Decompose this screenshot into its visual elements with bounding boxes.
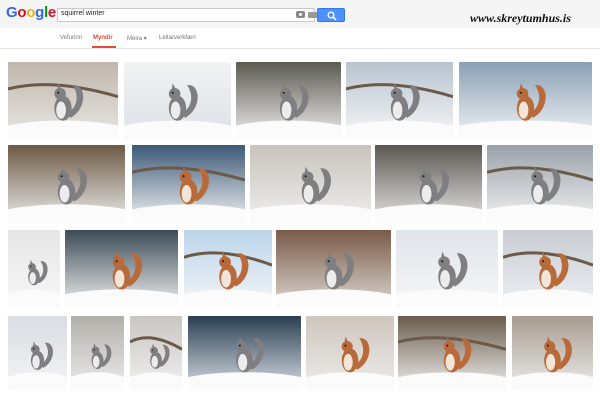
search-button[interactable] xyxy=(317,8,345,22)
image-result-gray-squirrel-in-snow[interactable] xyxy=(124,62,231,139)
search-icon xyxy=(327,11,337,21)
squirrel-photo xyxy=(396,230,498,308)
squirrel-photo xyxy=(236,62,341,139)
camera-icon[interactable] xyxy=(296,11,305,18)
image-result-gray-squirrel-on-snow[interactable] xyxy=(188,316,301,390)
logo-letter: o xyxy=(26,4,36,21)
logo-letter: g xyxy=(35,4,44,21)
image-result-red-squirrel-standing[interactable] xyxy=(184,230,272,308)
squirrel-photo xyxy=(8,316,67,390)
image-result-gray-squirrel-in-snow[interactable] xyxy=(396,230,498,308)
image-result-red-squirrel-in-snow[interactable] xyxy=(459,62,592,139)
squirrel-photo xyxy=(8,230,60,308)
image-result-red-squirrel-on-snowy-branch[interactable] xyxy=(65,230,178,308)
logo-letter: G xyxy=(6,4,18,21)
image-result-gray-squirrel-sitting[interactable] xyxy=(8,230,60,308)
squirrel-photo xyxy=(398,316,506,390)
squirrel-photo xyxy=(124,62,231,139)
image-result-red-squirrel-with-pinecone[interactable] xyxy=(132,145,245,223)
image-result-gray-squirrel-eating[interactable] xyxy=(130,316,182,390)
active-tab-indicator xyxy=(92,46,116,48)
search-query: squirrel winter xyxy=(61,10,105,17)
image-result-gray-squirrel-on-branch[interactable] xyxy=(8,62,118,139)
tab-web[interactable]: Vefurinn xyxy=(60,35,82,41)
image-result-white-squirrel-on-branch[interactable] xyxy=(236,62,341,139)
squirrel-photo xyxy=(503,230,593,308)
squirrel-photo xyxy=(71,316,124,390)
squirrel-photo xyxy=(8,62,118,139)
squirrel-photo xyxy=(132,145,245,223)
search-tabs: Vefurinn Myndir Meira ▾ Leitarverkfæri xyxy=(0,28,600,49)
watermark: www.skreytumhus.is xyxy=(470,11,571,25)
image-result-gray-squirrel-sitting[interactable] xyxy=(346,62,453,139)
image-result-red-squirrel-on-trunk[interactable] xyxy=(512,316,593,390)
squirrel-photo xyxy=(306,316,394,390)
squirrel-photo xyxy=(459,62,592,139)
google-logo[interactable]: Google xyxy=(6,4,56,21)
squirrel-photo xyxy=(8,145,125,223)
squirrel-photo xyxy=(346,62,453,139)
image-result-squirrel-on-snowy-log[interactable] xyxy=(250,145,371,223)
tab-search-tools[interactable]: Leitarverkfæri xyxy=(159,35,196,41)
keyboard-icon[interactable] xyxy=(308,12,317,18)
image-result-gray-squirrel-snowy[interactable] xyxy=(8,316,67,390)
squirrel-photo xyxy=(487,145,593,223)
top-bar: Google squirrel winter www.skreytumhus.i… xyxy=(0,0,600,28)
image-result-gray-squirrel-fluffy[interactable] xyxy=(375,145,482,223)
squirrel-photo xyxy=(184,230,272,308)
squirrel-photo xyxy=(375,145,482,223)
image-result-red-squirrel-in-snow[interactable] xyxy=(503,230,593,308)
image-result-gray-squirrel-in-woods[interactable] xyxy=(276,230,391,308)
squirrel-photo xyxy=(512,316,593,390)
image-result-red-squirrel-in-branches[interactable] xyxy=(306,316,394,390)
squirrel-photo xyxy=(188,316,301,390)
image-result-gray-squirrel-on-stump[interactable] xyxy=(71,316,124,390)
image-result-red-squirrel-on-trunk[interactable] xyxy=(398,316,506,390)
squirrel-photo xyxy=(65,230,178,308)
tab-more[interactable]: Meira ▾ xyxy=(127,35,147,42)
image-result-gray-squirrel-in-snowy-tree[interactable] xyxy=(8,145,125,223)
image-result-gray-squirrel-in-snow[interactable] xyxy=(487,145,593,223)
tab-images[interactable]: Myndir xyxy=(93,35,113,41)
squirrel-photo xyxy=(130,316,182,390)
squirrel-photo xyxy=(276,230,391,308)
squirrel-photo xyxy=(250,145,371,223)
logo-letter: o xyxy=(17,4,27,21)
logo-letter: e xyxy=(47,4,56,21)
search-input[interactable]: squirrel winter xyxy=(57,8,317,22)
